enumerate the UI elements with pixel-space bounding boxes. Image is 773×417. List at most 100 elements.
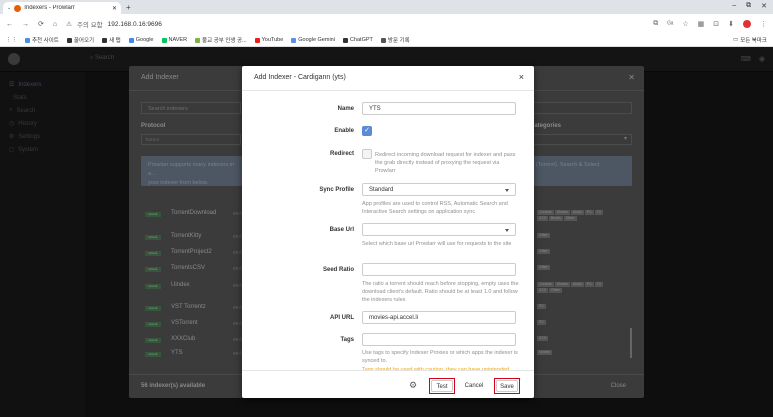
home-icon[interactable]: ⌂: [53, 21, 57, 28]
categories-select[interactable]: ▾: [528, 134, 632, 145]
bookmark-item[interactable]: 꿀어오기: [66, 36, 94, 44]
forward-icon[interactable]: →: [22, 21, 29, 28]
bookmark-label: 방문 기록: [387, 38, 410, 44]
translate-icon[interactable]: ᴳᵃ: [667, 21, 673, 28]
minimize-icon[interactable]: –: [732, 2, 736, 10]
prowlarr-favicon-icon: [14, 4, 22, 12]
modal-scrollbar[interactable]: [521, 92, 531, 370]
category-tag: Audio: [570, 210, 584, 215]
sync-profile-help: App profiles are used to control RSS, Au…: [362, 201, 508, 215]
restore-icon[interactable]: ⧉: [746, 2, 751, 10]
category-tag: PC: [584, 282, 594, 287]
bookmark-item[interactable]: 방문 기록: [380, 36, 410, 44]
name-input[interactable]: YTS: [362, 102, 516, 115]
toolbar-icons: ⧉ ᴳᵃ ☆ ▦ ⊡ ⬇ ⋮: [653, 20, 767, 28]
warning-icon[interactable]: ⚠: [66, 20, 72, 28]
sync-profile-select[interactable]: Standard: [362, 183, 516, 196]
browser-tab[interactable]: ⌄ Indexers - Prowlarr ✕: [3, 2, 121, 14]
protocol-badge: torrent: [145, 251, 161, 256]
category-tag: Audio: [570, 282, 584, 287]
bookmark-label: ChatGPT: [349, 37, 373, 43]
category-tag: TV: [594, 210, 604, 215]
window-close-icon[interactable]: ✕: [761, 2, 767, 10]
category-tag: Other: [537, 265, 550, 270]
menu-icon[interactable]: ⋮: [760, 20, 767, 28]
bookmark-item[interactable]: ChatGPT: [342, 37, 373, 43]
api-url-label: API URL: [330, 315, 354, 321]
window-controls: – ⧉ ✕: [732, 2, 767, 10]
category-tag: Movies: [554, 210, 570, 215]
close-button[interactable]: Close: [611, 383, 626, 389]
indexer-name: Uindex: [171, 282, 190, 288]
bookmark-item[interactable]: 불교 공부 인생 공...: [195, 36, 247, 44]
reload-icon[interactable]: ⟳: [38, 20, 44, 28]
tab-close-icon[interactable]: ✕: [112, 5, 117, 12]
back-icon[interactable]: ←: [6, 21, 13, 28]
indexer-name: TorrentKitty: [171, 233, 202, 239]
indexer-count: 56 indexer(s) available: [141, 383, 206, 389]
close-icon[interactable]: ✕: [628, 73, 635, 82]
category-tag: PC: [537, 304, 546, 309]
category-tag: Other: [563, 216, 577, 221]
indexer-categories: Console Movies Audio PC TV XXX Books Other: [537, 210, 612, 221]
bookmark-icon: [102, 37, 108, 43]
category-tag: Books: [549, 216, 563, 221]
bookmarks-bar: ⋮⋮ 추천 사이트 꿀어오기 새 탭 Google NAVER 불교 공부 인생…: [0, 34, 773, 47]
new-tab-button[interactable]: +: [126, 3, 131, 12]
url-text: 192.168.0.16:9696: [107, 20, 162, 28]
bookmark-item[interactable]: YouTube: [254, 37, 284, 43]
indexer-categories: Movies: [537, 350, 612, 355]
redirect-label: Redirect: [329, 151, 354, 157]
enable-checkbox[interactable]: ✓: [362, 126, 372, 136]
url-field[interactable]: ⚠ 주의 요함 192.168.0.16:9696: [66, 19, 644, 30]
protocol-badge: torrent: [145, 306, 161, 311]
api-url-input[interactable]: movies-api.accel.li: [362, 311, 516, 324]
chevron-down-icon: ▾: [623, 136, 627, 142]
bookmark-label: Google: [135, 37, 154, 43]
bookmark-label: 새 탭: [109, 38, 121, 44]
close-icon[interactable]: ×: [519, 72, 524, 82]
bookmark-item[interactable]: Google: [128, 37, 154, 43]
tab-menu-icon[interactable]: ⌄: [7, 5, 11, 11]
all-bookmarks[interactable]: ▭ 모든 북마크: [733, 36, 767, 44]
bookmark-label: YouTube: [261, 37, 284, 43]
list-scrollbar[interactable]: [630, 328, 632, 358]
indexer-search-input-right[interactable]: [528, 102, 632, 114]
screenshot-icon[interactable]: ⧉: [653, 20, 658, 28]
bookmark-star-icon[interactable]: ☆: [682, 20, 688, 28]
category-tag: Other: [537, 233, 550, 238]
indexer-search-input[interactable]: Search indexers: [141, 102, 241, 114]
cancel-button[interactable]: Cancel: [462, 380, 486, 392]
bookmark-item[interactable]: NAVER: [161, 37, 187, 43]
protocol-select[interactable]: Torrent: [141, 134, 241, 145]
protocol-label: Protocol: [141, 123, 166, 129]
bookmark-label: 추천 사이트: [32, 38, 59, 44]
indexer-name: TorrentDownload: [171, 210, 217, 216]
download-icon[interactable]: ⬇: [728, 20, 734, 28]
indexer-categories: PC: [537, 304, 612, 309]
profile-avatar[interactable]: [743, 20, 751, 28]
apps-grid-icon[interactable]: ⋮⋮: [6, 37, 17, 43]
sidepanel-icon[interactable]: ⊡: [713, 20, 719, 28]
base-url-select[interactable]: [362, 223, 516, 236]
base-url-label: Base Url: [329, 227, 354, 233]
tags-label: Tags: [340, 337, 354, 343]
bookmark-icon: [380, 37, 386, 43]
extensions-icon[interactable]: ▦: [698, 20, 705, 28]
bookmark-item[interactable]: 추천 사이트: [25, 36, 59, 44]
category-tag: TV: [594, 282, 604, 287]
category-tag: Other: [549, 288, 562, 293]
bookmark-icon: [342, 37, 348, 43]
advanced-settings-gear-icon[interactable]: ⚙: [409, 380, 417, 391]
indexer-categories: Console Movies Audio PC TV XXX Other: [537, 282, 612, 293]
seed-ratio-input[interactable]: [362, 263, 516, 276]
tags-input[interactable]: [362, 333, 516, 346]
bookmark-item[interactable]: 새 탭: [102, 36, 121, 44]
indexer-name: YTS: [171, 350, 183, 356]
bookmark-item[interactable]: Google Gemini: [291, 37, 335, 43]
info-text: Prowlarr supports many indexers in a…: [148, 162, 235, 177]
redirect-checkbox[interactable]: [362, 149, 372, 159]
protocol-badge: torrent: [145, 267, 161, 272]
protocol-badge: torrent: [145, 352, 161, 357]
cardigann-footer: ⚙ Test Cancel Save: [242, 370, 534, 398]
